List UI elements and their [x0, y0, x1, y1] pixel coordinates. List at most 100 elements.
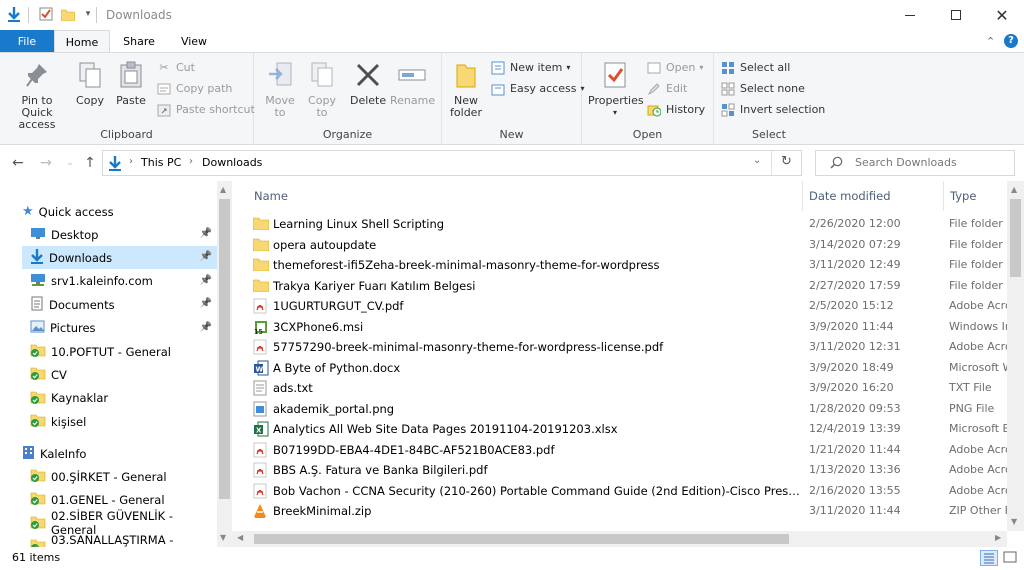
nav-item-cv[interactable]: CV [22, 363, 218, 386]
list-horizontal-scrollbar[interactable]: ◀ ▶ [232, 531, 1007, 547]
new-folder-qat-icon[interactable] [60, 6, 76, 22]
search-input[interactable]: Search Downloads [855, 156, 957, 169]
pin-quick-access-button[interactable]: Pin to Quick access [4, 59, 70, 131]
tab-home[interactable]: Home [54, 30, 110, 53]
file-row[interactable]: akademik_portal.png 1/28/2020 09:53 PNG Fi… [250, 399, 1005, 420]
search-box[interactable]: Search Downloads [815, 150, 1015, 176]
refresh-icon[interactable]: ↻ [781, 154, 792, 169]
nav-item-downloads[interactable]: Downloads 📌 [22, 246, 218, 270]
file-row[interactable]: 1UGURTURGUT_CV.pdf 2/5/2020 15:12 Adobe Ac… [250, 296, 1012, 317]
sync-folder-icon [30, 491, 46, 508]
nav-scrollbar[interactable]: ▲ ▼ [217, 181, 232, 547]
file-row[interactable]: WA Byte of Python.docx 3/9/2020 18:49 Micr… [250, 358, 1013, 379]
nav-item-documents[interactable]: Documents 📌 [22, 293, 218, 316]
copy-to-button[interactable]: Copy to [304, 59, 340, 119]
breadcrumb-separator-icon: › [129, 156, 133, 167]
file-date: 2/26/2020 12:00 [809, 217, 901, 230]
maximize-button[interactable] [933, 0, 979, 30]
list-hscrollbar-thumb[interactable] [254, 534, 789, 544]
file-row[interactable]: B07199DD-EBA4-4DE1-84BC-AF521B0ACE83.pdf… [250, 440, 1012, 461]
file-row[interactable]: Trakya Kariyer Fuarı Katılım Belgesi 2/27… [250, 276, 1005, 297]
tab-file[interactable]: File [0, 30, 54, 53]
nav-kaleinfo[interactable]: KaleInfo [22, 442, 218, 465]
collapse-ribbon-icon[interactable]: ⌃ [986, 35, 995, 48]
qat-customize-icon[interactable]: ▾ [80, 6, 96, 22]
file-row[interactable]: X Analytics All Web Site Data Pages 20191… [250, 419, 1010, 440]
file-row[interactable]: BreekMinimal.zip 3/11/2020 11:44 ZIP Other… [250, 501, 1011, 522]
file-row[interactable]: BBS A.Ş. Fatura ve Banka Bilgileri.pdf 1/… [250, 460, 1012, 481]
rename-button[interactable]: Rename [390, 59, 435, 107]
pdf-file-icon [253, 442, 269, 458]
pdf-file-icon [253, 483, 269, 499]
cut-button[interactable]: ✂ Cut [156, 59, 195, 77]
list-vertical-scrollbar[interactable]: ▲ ▼ [1007, 181, 1024, 531]
file-row[interactable]: ads.txt 3/9/2020 16:20 TXT File [250, 378, 1005, 399]
file-row[interactable]: opera autoupdate 3/14/2020 07:29 File fold… [250, 235, 1005, 256]
nav-item-ki-isel[interactable]: kişisel [22, 410, 218, 433]
column-header-type[interactable]: Type [950, 189, 976, 203]
file-row[interactable]: 57757290-breek-minimal-masonry-theme-for… [250, 337, 1012, 358]
new-group: New folder New item ▾ Easy access ▾ New [442, 53, 585, 145]
close-button[interactable]: ✕ [979, 0, 1024, 30]
nav-item-kaynaklar[interactable]: Kaynaklar [22, 387, 218, 410]
file-row[interactable]: 15 3CXPhone6.msi 3/9/2020 11:44 Windows In [250, 317, 1012, 338]
file-row[interactable]: Learning Linux Shell Scripting 2/26/2020 … [250, 214, 1005, 235]
edit-button[interactable]: Edit [646, 80, 687, 98]
nav-item-label: Pictures [50, 321, 96, 336]
nav-item-srv1-kaleinfo-com[interactable]: srv1.kaleinfo.com 📌 [22, 270, 218, 293]
zip-file-icon [253, 503, 269, 519]
nav-item-10-poftut-general[interactable]: 10.POFTUT - General [22, 340, 218, 363]
new-folder-button[interactable]: New folder [446, 59, 486, 119]
nav-quick-access[interactable]: ★ Quick access [22, 200, 218, 223]
tab-share[interactable]: Share [112, 30, 166, 53]
copy-path-button[interactable]: Copy path [156, 80, 232, 98]
nav-item-kaleinfo-channel[interactable]: 01.GENEL - General [22, 488, 218, 511]
file-row[interactable]: Bob Vachon - CCNA Security (210-260) Por… [250, 481, 1012, 502]
paste-button[interactable]: Paste [112, 59, 150, 107]
help-icon[interactable]: ? [1004, 34, 1018, 48]
nav-item-kaleinfo-channel[interactable]: 02.SİBER GÜVENLİK - General [22, 509, 218, 537]
file-row[interactable]: themeforest-ifi5Zeha-breek-minimal-mason… [250, 255, 1005, 276]
nav-item-kaleinfo-channel[interactable]: 03.SANALLAŞTIRMA - General [22, 533, 218, 547]
nav-item-desktop[interactable]: Desktop 📌 [22, 223, 218, 246]
move-to-button[interactable]: Move to [262, 59, 298, 119]
details-view-button[interactable] [980, 550, 998, 566]
address-bar[interactable]: › This PC › Downloads ⌄ ↻ [102, 150, 802, 176]
properties-qat-icon[interactable] [38, 6, 54, 22]
list-scrollbar-thumb[interactable] [1010, 199, 1021, 277]
chevron-down-icon: ⌄ [66, 158, 74, 168]
copy-button[interactable]: Copy [72, 59, 108, 107]
large-icons-view-button[interactable] [1002, 550, 1020, 566]
breadcrumb-this-pc[interactable]: This PC [141, 156, 181, 169]
history-button[interactable]: History [646, 101, 705, 119]
pinned-icon: 📌 [199, 228, 212, 239]
nav-scrollbar-thumb[interactable] [219, 199, 230, 499]
new-item-button[interactable]: New item ▾ [490, 59, 570, 77]
up-button[interactable]: ↑ [80, 153, 100, 173]
breadcrumb-downloads[interactable]: Downloads [202, 156, 262, 169]
new-item-icon [490, 60, 506, 76]
nav-item-pictures[interactable]: Pictures 📌 [22, 317, 218, 340]
select-none-button[interactable]: Select none [720, 80, 805, 98]
tab-view[interactable]: View [166, 30, 222, 53]
invert-selection-button[interactable]: Invert selection [720, 101, 825, 119]
delete-button[interactable]: Delete [350, 59, 386, 107]
recent-locations-button[interactable]: ⌄ [60, 153, 80, 173]
file-name: themeforest-ifi5Zeha-breek-minimal-mason… [273, 258, 660, 272]
pdf-file-icon [253, 462, 269, 478]
txt-file-icon [253, 380, 269, 396]
easy-access-button[interactable]: Easy access ▾ [490, 80, 585, 98]
select-all-button[interactable]: Select all [720, 59, 790, 77]
back-button[interactable]: ← [8, 153, 28, 173]
properties-button[interactable]: Properties ▾ [588, 59, 644, 119]
address-dropdown-icon[interactable]: ⌄ [753, 155, 761, 166]
forward-button[interactable]: → [36, 153, 56, 173]
open-button[interactable]: Open ▾ [646, 59, 703, 77]
column-header-name[interactable]: Name [254, 189, 288, 203]
column-header-date[interactable]: Date modified [809, 189, 891, 203]
paste-shortcut-button[interactable]: Paste shortcut [156, 101, 255, 119]
file-date: 3/11/2020 12:31 [809, 340, 901, 353]
file-date: 2/16/2020 13:55 [809, 483, 901, 497]
nav-item-kaleinfo-channel[interactable]: 00.ŞİRKET - General [22, 465, 218, 488]
minimize-button[interactable] [887, 0, 933, 30]
